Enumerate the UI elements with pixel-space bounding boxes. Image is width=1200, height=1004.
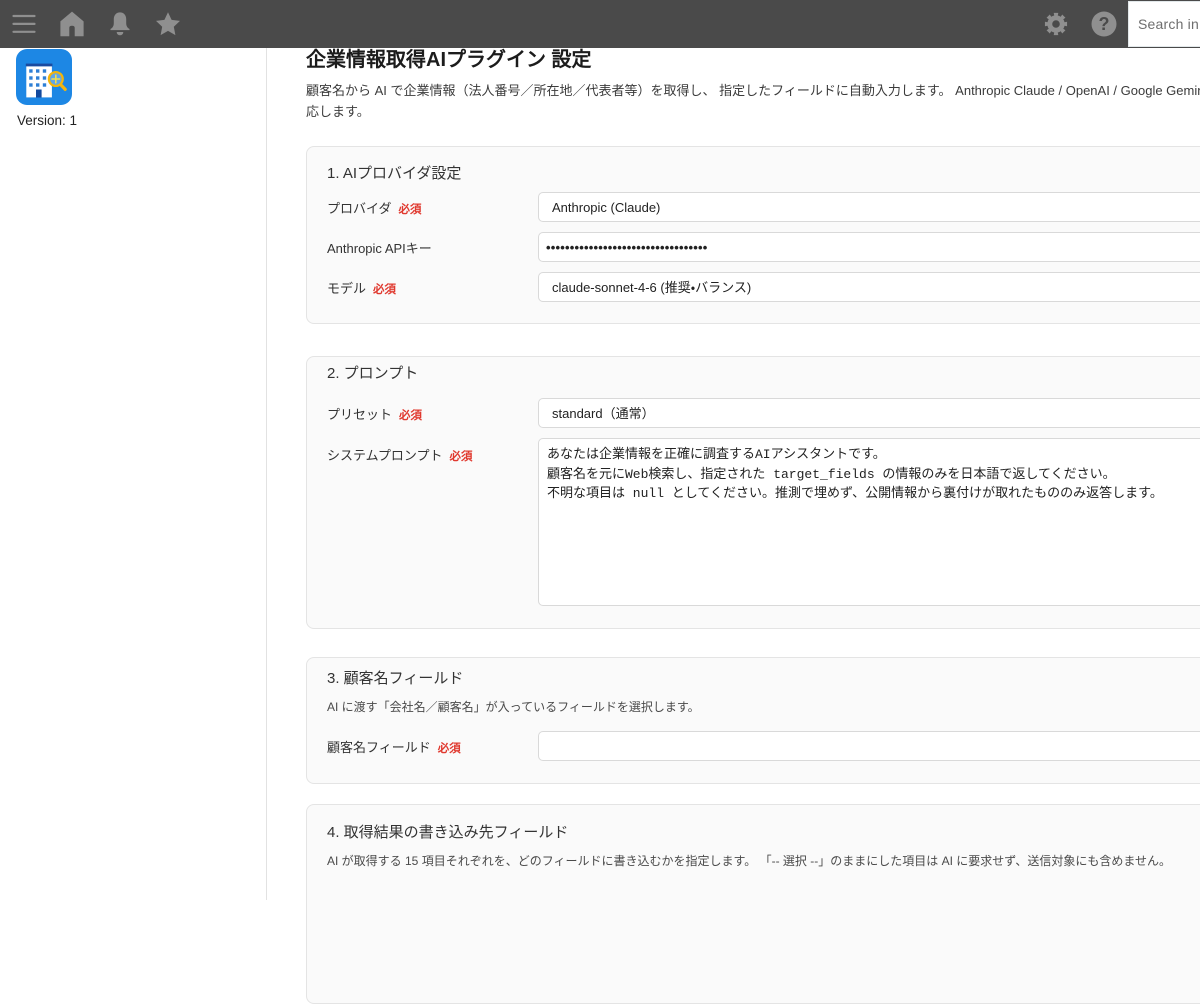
svg-text:?: ? [1099,14,1110,34]
